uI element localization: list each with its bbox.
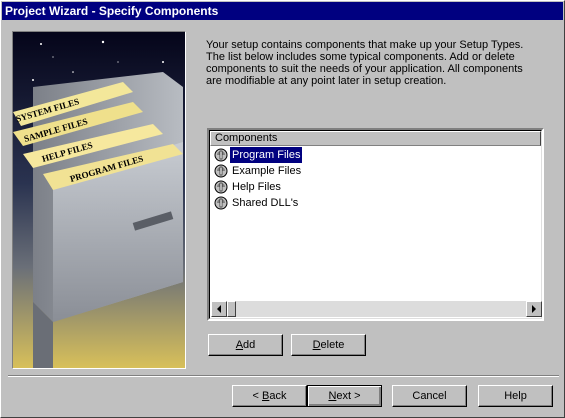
description-line: are modifiable at any point later in set… (206, 75, 447, 87)
list-item-label: Help Files (232, 181, 281, 193)
back-button[interactable]: < Back (232, 385, 307, 407)
components-column-header[interactable]: Components (210, 131, 541, 146)
list-item-example-files[interactable]: Example Files (214, 163, 303, 179)
file-cabinet-illustration: SYSTEM FILES SAMPLE FILES HELP FILES PRO… (12, 31, 186, 369)
dialog-title: Project Wizard - Specify Components (2, 2, 563, 20)
arrow-left-icon (217, 305, 221, 313)
scroll-right-button[interactable] (526, 301, 542, 317)
description-line: Your setup contains components that make… (206, 39, 524, 51)
cancel-button[interactable]: Cancel (392, 385, 467, 407)
separator-line (8, 375, 559, 377)
list-item-program-files[interactable]: Program Files (214, 147, 303, 163)
list-item-shared-dlls[interactable]: Shared DLL's (214, 195, 300, 211)
file-drawer-picture: SYSTEM FILES SAMPLE FILES HELP FILES PRO… (13, 32, 185, 368)
description-text: Your setup contains components that make… (206, 39, 551, 87)
arrow-right-icon (532, 305, 536, 313)
horizontal-scrollbar[interactable] (211, 301, 542, 317)
next-button[interactable]: Next > (307, 385, 382, 407)
component-icon (214, 180, 228, 194)
list-item-label: Example Files (232, 165, 302, 177)
description-line: The list below includes some typical com… (206, 51, 515, 63)
scroll-left-button[interactable] (211, 301, 227, 317)
help-button[interactable]: Help (478, 385, 553, 407)
list-item-label: Shared DLL's (232, 197, 299, 209)
components-list[interactable]: Components Program Files Example Files H… (207, 128, 544, 321)
component-icon (214, 196, 228, 210)
scrollbar-thumb[interactable] (227, 301, 236, 317)
description-line: components to suit the needs of your app… (206, 63, 523, 75)
list-item-help-files[interactable]: Help Files (214, 179, 283, 195)
delete-button[interactable]: Delete (291, 334, 366, 356)
list-item-label: Program Files (230, 147, 303, 163)
component-icon (214, 148, 228, 162)
add-button[interactable]: Add (208, 334, 283, 356)
project-wizard-dialog: Project Wizard - Specify Components SYST… (0, 0, 565, 418)
component-icon (214, 164, 228, 178)
